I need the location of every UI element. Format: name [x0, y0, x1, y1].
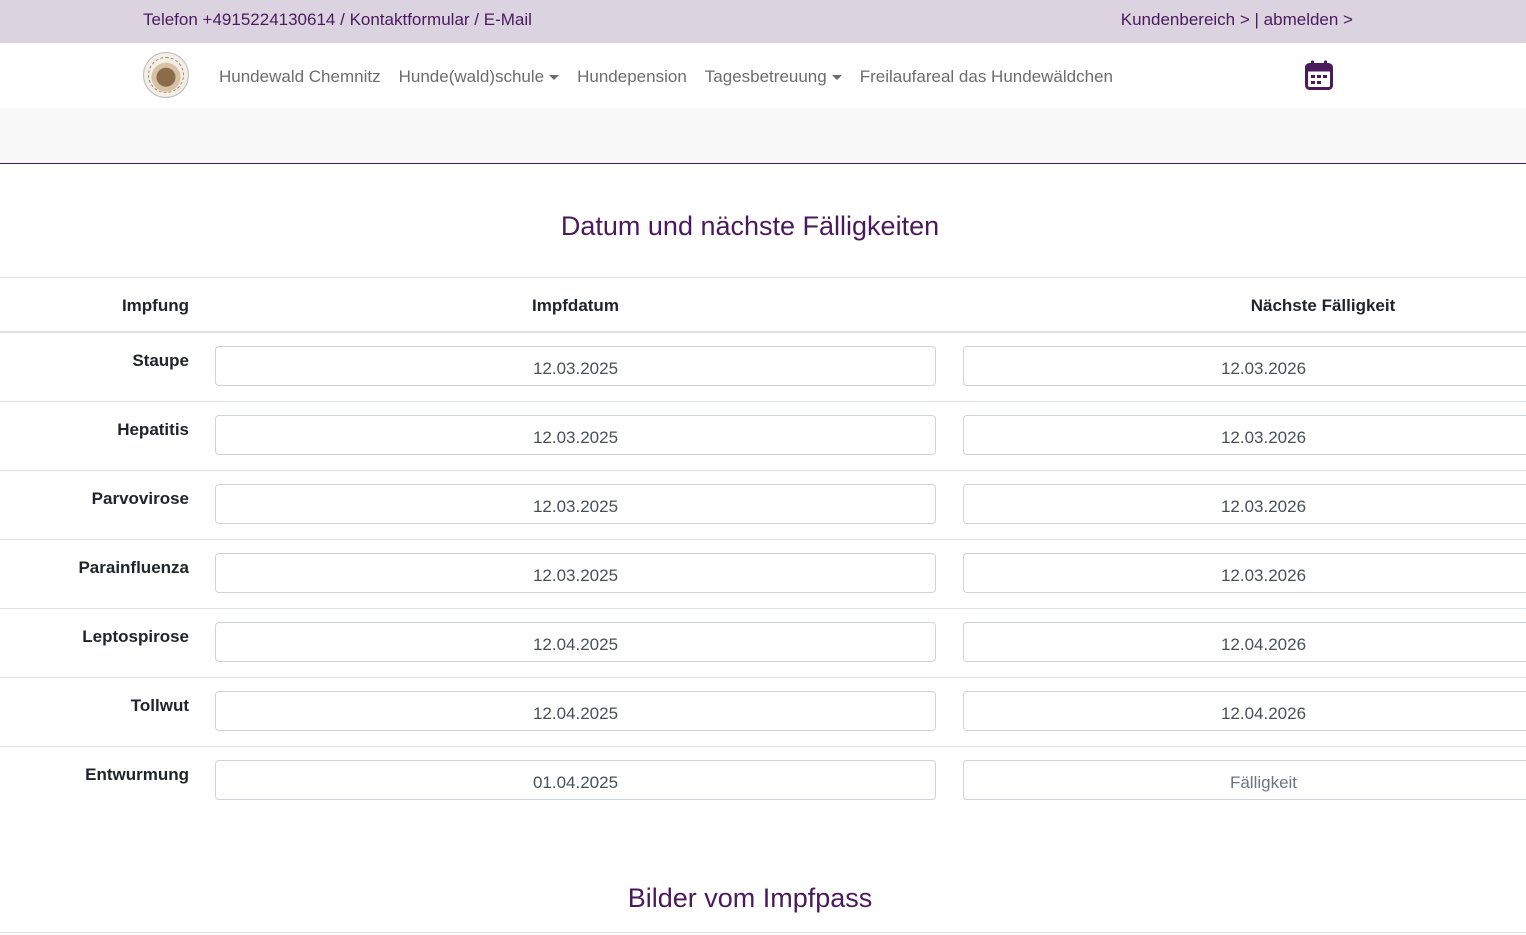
vaccine-label: Parainfluenza [78, 558, 189, 577]
vaccine-label: Leptospirose [82, 627, 189, 646]
nav-item-freilaufareal[interactable]: Freilaufareal das Hundewäldchen [860, 67, 1113, 87]
subheader-strip [0, 108, 1526, 164]
separator: / [469, 10, 484, 29]
section-title-due-dates: Datum und nächste Fälligkeiten [560, 211, 940, 241]
vaccination-date-input[interactable] [215, 622, 936, 662]
nav-item-hundewald-chemnitz[interactable]: Hundewald Chemnitz [219, 67, 381, 87]
next-due-input[interactable] [963, 622, 1526, 662]
vaccination-date-input[interactable] [215, 346, 936, 386]
vaccination-date-input[interactable] [215, 760, 936, 800]
vaccine-label: Entwurmung [85, 765, 189, 784]
main-navbar: Hundewald Chemnitz Hunde(wald)schule Hun… [0, 43, 1526, 109]
phone-link[interactable]: Telefon +4915224130614 [143, 10, 335, 29]
contact-links: Telefon +4915224130614 / Kontaktformular… [143, 10, 532, 30]
contact-form-link[interactable]: Kontaktformular [350, 10, 470, 29]
next-due-input[interactable] [963, 484, 1526, 524]
logout-link[interactable]: | abmelden > [1255, 10, 1353, 29]
vaccination-date-input[interactable] [215, 553, 936, 593]
account-links: Kundenbereich > | abmelden > [1121, 10, 1353, 30]
next-due-input[interactable] [963, 415, 1526, 455]
table-row: Parainfluenza [0, 540, 1526, 609]
header-next-due: Nächste Fälligkeit [1250, 296, 1396, 315]
section-title-vaccination-images: Bilder vom Impfpass [627, 883, 873, 913]
chevron-down-icon [549, 74, 560, 80]
customer-area-link[interactable]: Kundenbereich > [1121, 10, 1250, 29]
divider [0, 932, 1526, 933]
nav-item-tagesbetreuung[interactable]: Tagesbetreuung [705, 67, 842, 87]
table-row: Staupe [0, 333, 1526, 402]
next-due-input[interactable] [963, 691, 1526, 731]
table-row: Entwurmung [0, 747, 1526, 815]
nav-item-hundepension[interactable]: Hundepension [577, 67, 687, 87]
vaccine-label: Hepatitis [117, 420, 189, 439]
vaccination-date-input[interactable] [215, 415, 936, 455]
table-row: Hepatitis [0, 402, 1526, 471]
logo-image[interactable] [143, 52, 189, 98]
top-contact-bar: Telefon +4915224130614 / Kontaktformular… [0, 0, 1526, 43]
vaccine-label: Parvovirose [91, 489, 189, 508]
nav-item-hundeschule[interactable]: Hunde(wald)schule [399, 67, 560, 87]
table-row: Leptospirose [0, 609, 1526, 678]
nav-menu: Hundewald Chemnitz Hunde(wald)schule Hun… [219, 67, 1131, 87]
vaccination-table: Impfung Impfdatum Nächste Fälligkeit Sta… [0, 277, 1526, 815]
header-date: Impfdatum [532, 296, 619, 315]
next-due-input[interactable] [963, 760, 1526, 800]
calendar-icon[interactable] [1305, 60, 1333, 90]
email-link[interactable]: E-Mail [484, 10, 532, 29]
vaccination-date-input[interactable] [215, 484, 936, 524]
vaccine-label: Staupe [132, 351, 189, 370]
table-row: Tollwut [0, 678, 1526, 747]
vaccine-label: Tollwut [130, 696, 189, 715]
separator: / [335, 10, 350, 29]
vaccination-date-input[interactable] [215, 691, 936, 731]
next-due-input[interactable] [963, 553, 1526, 593]
chevron-down-icon [831, 74, 842, 80]
table-row: Parvovirose [0, 471, 1526, 540]
next-due-input[interactable] [963, 346, 1526, 386]
header-vaccine: Impfung [121, 296, 189, 315]
table-header: Impfung Impfdatum Nächste Fälligkeit [0, 277, 1526, 333]
